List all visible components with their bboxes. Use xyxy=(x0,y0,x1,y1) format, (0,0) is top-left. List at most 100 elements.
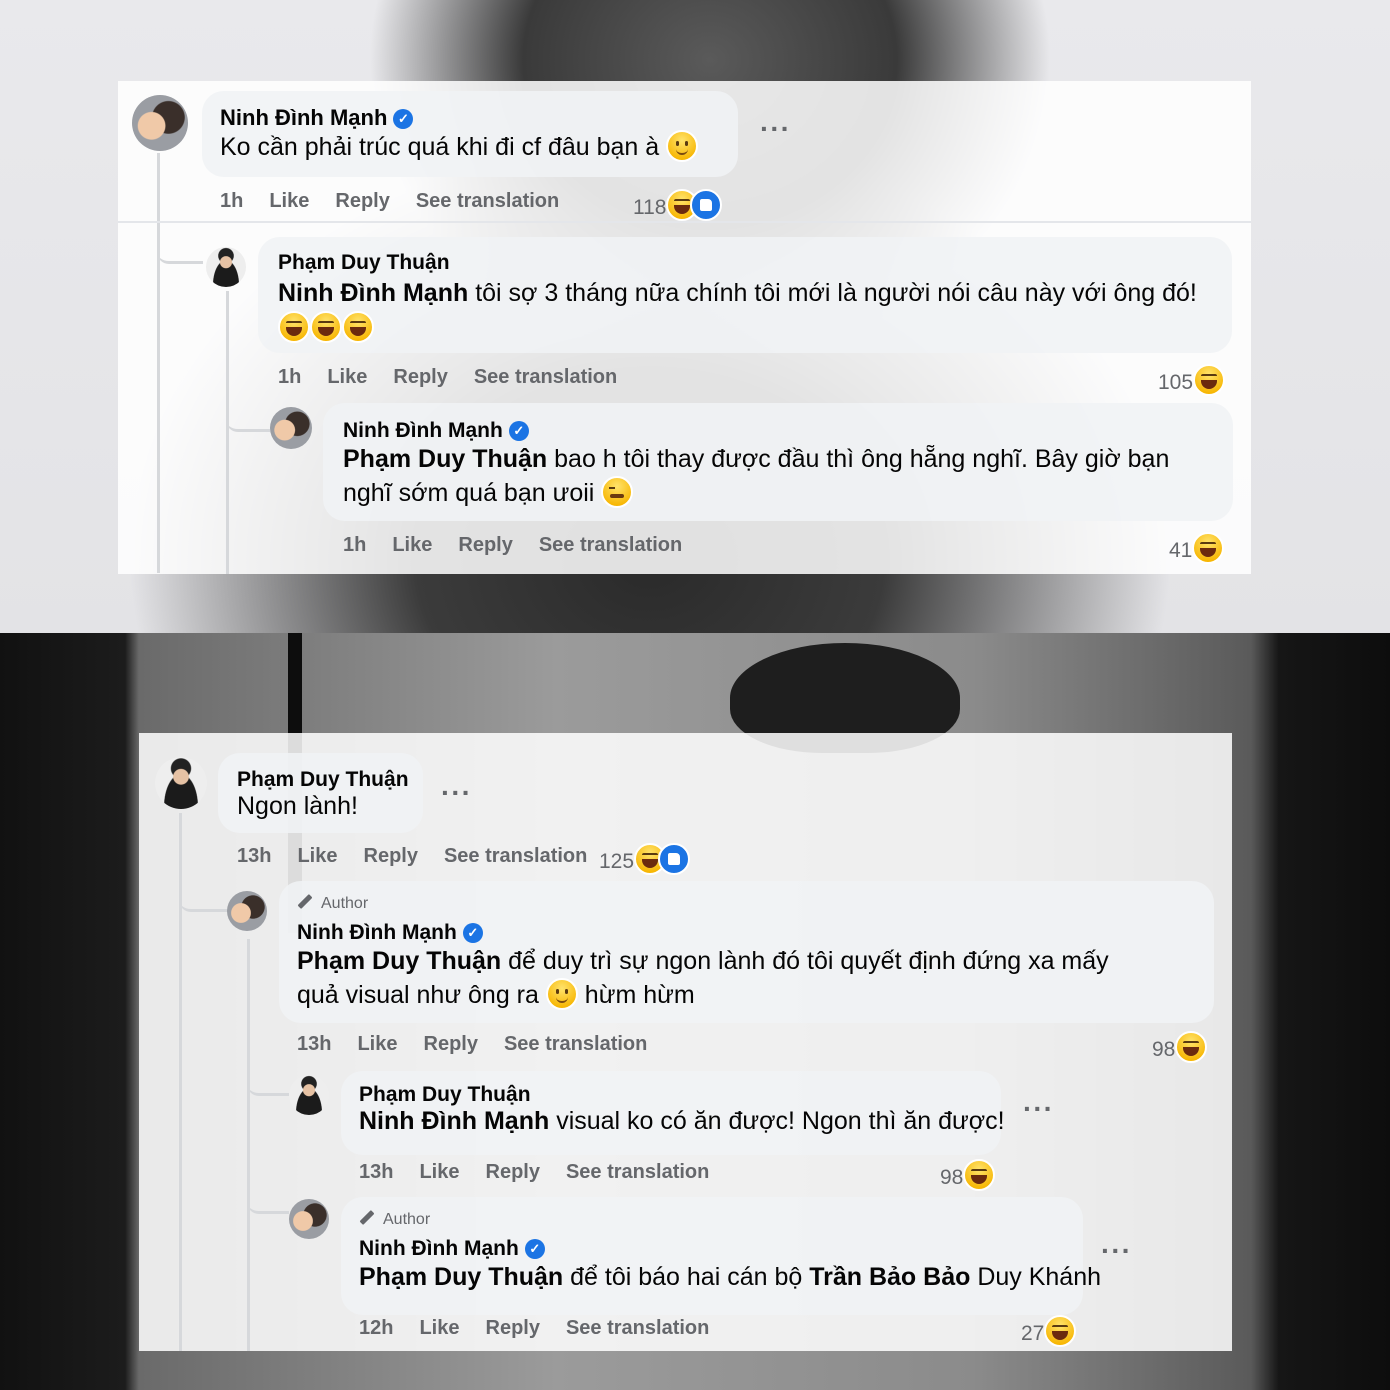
thread-connector xyxy=(247,1173,289,1214)
reply-button[interactable]: Reply xyxy=(393,366,447,388)
smile-emoji-icon xyxy=(545,978,578,1010)
mention-link[interactable]: Ninh Đình Mạnh xyxy=(278,279,468,307)
see-translation-link[interactable]: See translation xyxy=(444,845,587,867)
haha-reaction-icon xyxy=(1044,1315,1077,1347)
like-button[interactable]: Like xyxy=(419,1317,459,1339)
comment-text: Phạm Duy Thuận để tôi báo hai cán bộ Trầ… xyxy=(359,1263,1102,1291)
more-options-icon[interactable]: ··· xyxy=(441,777,472,809)
more-options-icon[interactable]: ··· xyxy=(760,113,791,145)
comment-time[interactable]: 1h xyxy=(278,366,301,388)
reaction-count[interactable]: 27 xyxy=(1021,1315,1077,1347)
reply-button[interactable]: Reply xyxy=(458,534,512,556)
reaction-count[interactable]: 41 xyxy=(1169,532,1225,564)
comment-actions: 1h Like Reply See translation xyxy=(220,190,585,213)
reaction-count[interactable]: 105 xyxy=(1158,364,1226,396)
reaction-count[interactable]: 98 xyxy=(940,1159,996,1191)
like-button[interactable]: Like xyxy=(392,534,432,556)
thread-line xyxy=(226,291,229,574)
avatar[interactable] xyxy=(270,407,312,449)
see-translation-link[interactable]: See translation xyxy=(504,1033,647,1055)
comment-text: Ko cần phải trúc quá khi đi cf đâu bạn à xyxy=(220,130,740,164)
comment-actions: 13h Like Reply See translation xyxy=(297,1033,673,1056)
reply-button[interactable]: Reply xyxy=(424,1033,478,1055)
thread-connector xyxy=(157,201,203,264)
comment-time[interactable]: 13h xyxy=(359,1161,393,1183)
reply-button[interactable]: Reply xyxy=(335,190,389,212)
comment-time[interactable]: 13h xyxy=(237,845,271,867)
haha-reaction-icon xyxy=(1192,532,1225,564)
like-button[interactable]: Like xyxy=(327,366,367,388)
comment-author[interactable]: Ninh Đình Mạnh ✓ xyxy=(359,1237,545,1261)
reply-button[interactable]: Reply xyxy=(364,845,418,867)
comment-time[interactable]: 1h xyxy=(220,190,243,212)
like-button[interactable]: Like xyxy=(419,1161,459,1183)
avatar[interactable] xyxy=(227,891,267,931)
divider xyxy=(118,221,1251,223)
more-options-icon[interactable]: ··· xyxy=(1101,1235,1132,1267)
avatar[interactable] xyxy=(289,1199,329,1239)
comment-actions: 13h Like Reply See translation xyxy=(237,845,613,868)
smile-emoji-icon xyxy=(666,130,699,162)
haha-reaction-icon xyxy=(1175,1031,1208,1063)
avatar[interactable] xyxy=(289,1075,329,1115)
more-options-icon[interactable]: ··· xyxy=(1023,1093,1054,1125)
like-reaction-icon xyxy=(690,189,723,221)
comment-author[interactable]: Ninh Đình Mạnh ✓ xyxy=(343,419,529,443)
thread-line xyxy=(247,939,250,1351)
see-translation-link[interactable]: See translation xyxy=(539,534,682,556)
laugh-emoji-icon xyxy=(278,311,310,343)
verified-badge-icon: ✓ xyxy=(508,421,529,441)
avatar[interactable] xyxy=(155,757,207,809)
emoji-row xyxy=(278,311,374,349)
see-translation-link[interactable]: See translation xyxy=(474,366,617,388)
laugh-emoji-icon xyxy=(342,311,374,343)
mention-link[interactable]: Phạm Duy Thuận xyxy=(359,1263,563,1291)
comment-actions: 12h Like Reply See translation xyxy=(359,1317,735,1340)
haha-reaction-icon xyxy=(963,1159,996,1191)
reply-button[interactable]: Reply xyxy=(486,1317,540,1339)
comment-time[interactable]: 12h xyxy=(359,1317,393,1339)
comment-text: Ninh Đình Mạnh visual ko có ăn được! Ngo… xyxy=(359,1107,1005,1135)
reaction-count[interactable]: 125 xyxy=(599,843,691,875)
see-translation-link[interactable]: See translation xyxy=(416,190,559,212)
mention-link[interactable]: Phạm Duy Thuận xyxy=(297,947,501,975)
comment-panel-bottom: Phạm Duy Thuận Ngon lành! ··· 13h Like Rep… xyxy=(139,733,1232,1351)
thread-connector xyxy=(179,863,229,912)
comment-time[interactable]: 13h xyxy=(297,1033,331,1055)
comment-time[interactable]: 1h xyxy=(343,534,366,556)
like-button[interactable]: Like xyxy=(269,190,309,212)
mention-link[interactable]: Ninh Đình Mạnh xyxy=(359,1107,549,1135)
mention-link[interactable]: Phạm Duy Thuận xyxy=(343,445,547,473)
like-button[interactable]: Like xyxy=(297,845,337,867)
comment-panel-top: Ninh Đình Mạnh ✓ Ko cần phải trúc quá khi… xyxy=(118,81,1251,574)
comment-actions: 13h Like Reply See translation xyxy=(359,1161,735,1184)
comment-author[interactable]: Ninh Đình Mạnh ✓ xyxy=(297,921,483,945)
comment-author[interactable]: Ninh Đình Mạnh ✓ xyxy=(220,105,414,131)
pencil-icon xyxy=(297,894,313,909)
like-button[interactable]: Like xyxy=(357,1033,397,1055)
haha-reaction-icon xyxy=(1193,364,1226,396)
thread-connector xyxy=(226,381,270,432)
verified-badge-icon: ✓ xyxy=(393,109,414,129)
reaction-count[interactable]: 98 xyxy=(1152,1031,1208,1063)
author-badge: Author xyxy=(297,894,368,913)
comment-actions: 1h Like Reply See translation xyxy=(343,534,708,557)
avatar[interactable] xyxy=(206,247,246,287)
verified-badge-icon: ✓ xyxy=(524,1239,545,1259)
comment-author[interactable]: Phạm Duy Thuận xyxy=(278,251,450,275)
author-badge: Author xyxy=(359,1210,430,1229)
avatar[interactable] xyxy=(132,95,188,151)
comment-actions: 1h Like Reply See translation xyxy=(278,366,643,389)
comment-text: Ninh Đình Mạnh tôi sợ 3 tháng nữa chính … xyxy=(278,279,1197,307)
comment-text: Phạm Duy Thuận để duy trì sự ngon lành đ… xyxy=(297,947,1109,1010)
mention-link[interactable]: Trần Bảo Bảo xyxy=(809,1263,970,1291)
laugh-emoji-icon xyxy=(310,311,342,343)
reaction-count[interactable]: 118 xyxy=(633,189,723,221)
reply-button[interactable]: Reply xyxy=(486,1161,540,1183)
pencil-icon xyxy=(359,1210,375,1225)
thread-connector xyxy=(247,1053,289,1096)
see-translation-link[interactable]: See translation xyxy=(566,1317,709,1339)
verified-badge-icon: ✓ xyxy=(462,923,483,943)
like-reaction-icon xyxy=(658,843,691,875)
see-translation-link[interactable]: See translation xyxy=(566,1161,709,1183)
